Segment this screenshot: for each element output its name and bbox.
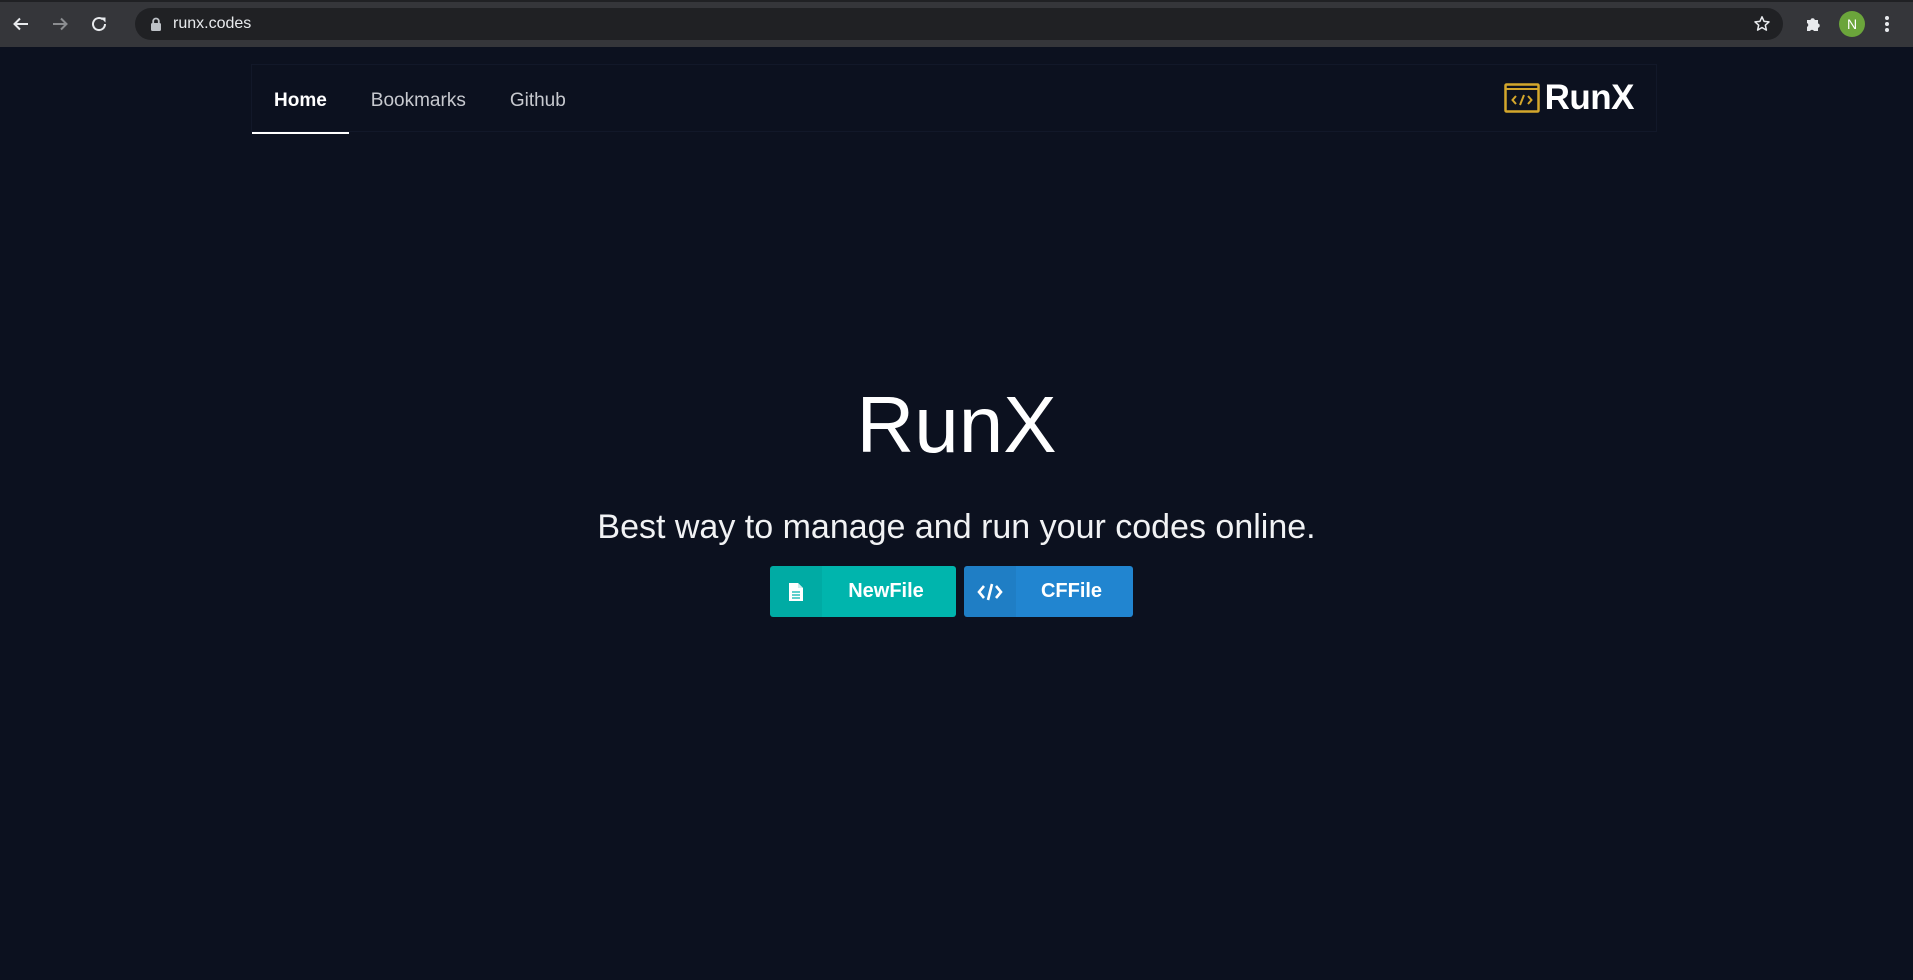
arrow-right-icon — [53, 17, 68, 30]
nav-tabs: Home Bookmarks Github — [252, 65, 588, 134]
tab-bookmarks[interactable]: Bookmarks — [349, 65, 488, 133]
address-bar[interactable]: runx.codes — [135, 7, 1783, 40]
code-window-icon — [1503, 83, 1540, 113]
tab-github[interactable]: Github — [488, 65, 588, 133]
cf-file-label: CFFile — [1040, 580, 1103, 602]
browser-toolbar: runx.codes N — [0, 0, 1913, 47]
brand-text: RunX — [1544, 78, 1635, 117]
forward-button[interactable] — [44, 8, 76, 40]
hero-subtitle: Best way to manage and run your codes on… — [597, 508, 1316, 546]
tab-home[interactable]: Home — [252, 65, 349, 134]
profile-avatar[interactable]: N — [1839, 10, 1865, 37]
url-text[interactable]: runx.codes — [173, 15, 251, 33]
reload-button[interactable] — [83, 8, 115, 40]
tab-strip-edge — [0, 0, 1913, 2]
reload-icon — [92, 16, 107, 31]
cf-file-button[interactable]: CFFile — [964, 566, 1133, 617]
kebab-menu-icon[interactable] — [1877, 11, 1897, 37]
code-icon — [964, 566, 1016, 617]
arrow-left-icon — [13, 17, 28, 30]
bookmark-star-icon[interactable] — [1751, 13, 1773, 35]
back-button[interactable] — [5, 8, 37, 40]
brand-logo[interactable]: RunX — [1503, 78, 1635, 117]
site-navbar: Home Bookmarks Github RunX — [251, 64, 1657, 134]
new-file-label: NewFile — [848, 580, 924, 602]
hero-title: RunX — [856, 380, 1057, 469]
lock-icon[interactable] — [149, 17, 163, 31]
extensions-puzzle-icon[interactable] — [1801, 12, 1825, 36]
file-icon — [770, 566, 822, 617]
new-file-button[interactable]: NewFile — [770, 566, 956, 617]
hero-actions: NewFile CFFile — [770, 566, 1133, 617]
